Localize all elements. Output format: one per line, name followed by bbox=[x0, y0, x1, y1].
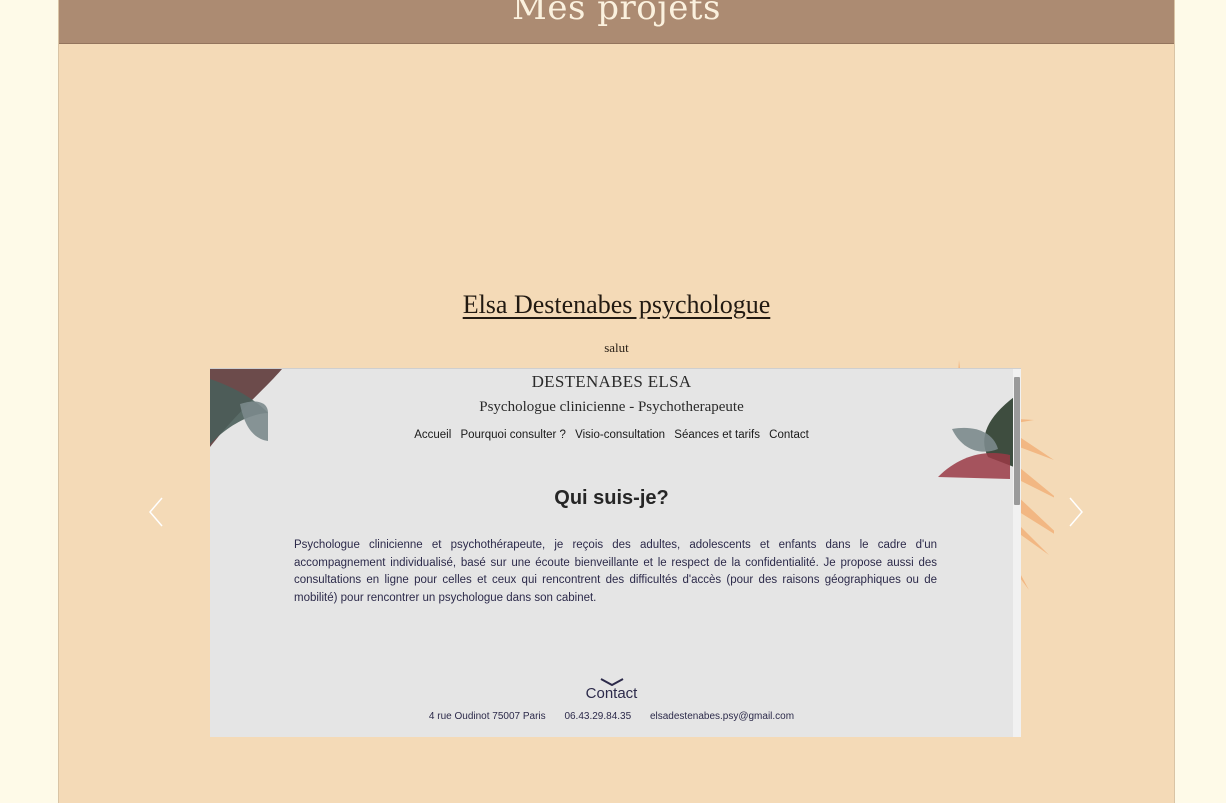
site-name: DESTENABES ELSA bbox=[531, 372, 692, 391]
carousel-next-button[interactable] bbox=[1061, 495, 1091, 529]
nav-item-accueil: Accueil bbox=[414, 429, 452, 441]
site-address: 4 rue Oudinot 75007 Paris bbox=[428, 711, 546, 722]
screenshot-scrollbar bbox=[1013, 369, 1021, 737]
project-subtitle: salut bbox=[604, 340, 629, 355]
project-screenshot: DESTENABES ELSA Psychologue clinicienne … bbox=[210, 368, 1021, 737]
site-heading: Qui suis-je? bbox=[554, 487, 669, 509]
projects-section: Mes projets Elsa Destenabes psychologue … bbox=[58, 0, 1175, 803]
site-email: elsadestenabes.psy@gmail.com bbox=[649, 711, 795, 722]
site-contact-heading: Contact bbox=[585, 685, 638, 702]
nav-item-visio: Visio-consultation bbox=[575, 429, 666, 441]
site-role: Psychologue clinicienne - Psychotherapeu… bbox=[479, 399, 744, 415]
site-nav: Accueil Pourquoi consulter ? Visio-consu… bbox=[210, 429, 1013, 441]
project-title-link[interactable]: Elsa Destenabes psychologue bbox=[59, 290, 1174, 320]
nav-item-pourquoi: Pourquoi consulter ? bbox=[460, 429, 566, 441]
site-contact-info: 4 rue Oudinot 75007 Paris 06.43.29.84.35… bbox=[210, 711, 1013, 722]
section-header: Mes projets bbox=[59, 0, 1174, 44]
site-phone: 06.43.29.84.35 bbox=[564, 711, 632, 722]
nav-item-seances: Séances et tarifs bbox=[674, 429, 760, 441]
carousel-prev-button[interactable] bbox=[141, 495, 171, 529]
site-paragraph: Psychologue clinicienne et psychothérape… bbox=[294, 539, 937, 605]
section-title: Mes projets bbox=[512, 0, 721, 28]
scrollbar-thumb bbox=[1014, 377, 1020, 505]
nav-item-contact: Contact bbox=[769, 429, 809, 441]
